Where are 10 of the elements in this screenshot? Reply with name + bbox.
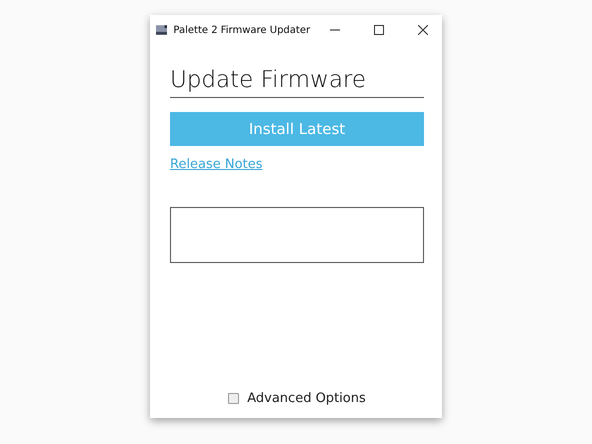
- page-heading: Update Firmware: [170, 67, 424, 98]
- app-icon: [156, 25, 168, 35]
- install-button[interactable]: Install Latest: [170, 112, 424, 146]
- maximize-icon[interactable]: [374, 25, 384, 35]
- advanced-options-checkbox[interactable]: [228, 393, 240, 404]
- close-icon[interactable]: [418, 25, 428, 35]
- window-title: Palette 2 Firmware Updater: [173, 24, 310, 36]
- advanced-options-label: Advanced Options: [247, 391, 366, 406]
- release-notes-link[interactable]: Release Notes: [170, 157, 262, 172]
- output-field[interactable]: [170, 207, 424, 263]
